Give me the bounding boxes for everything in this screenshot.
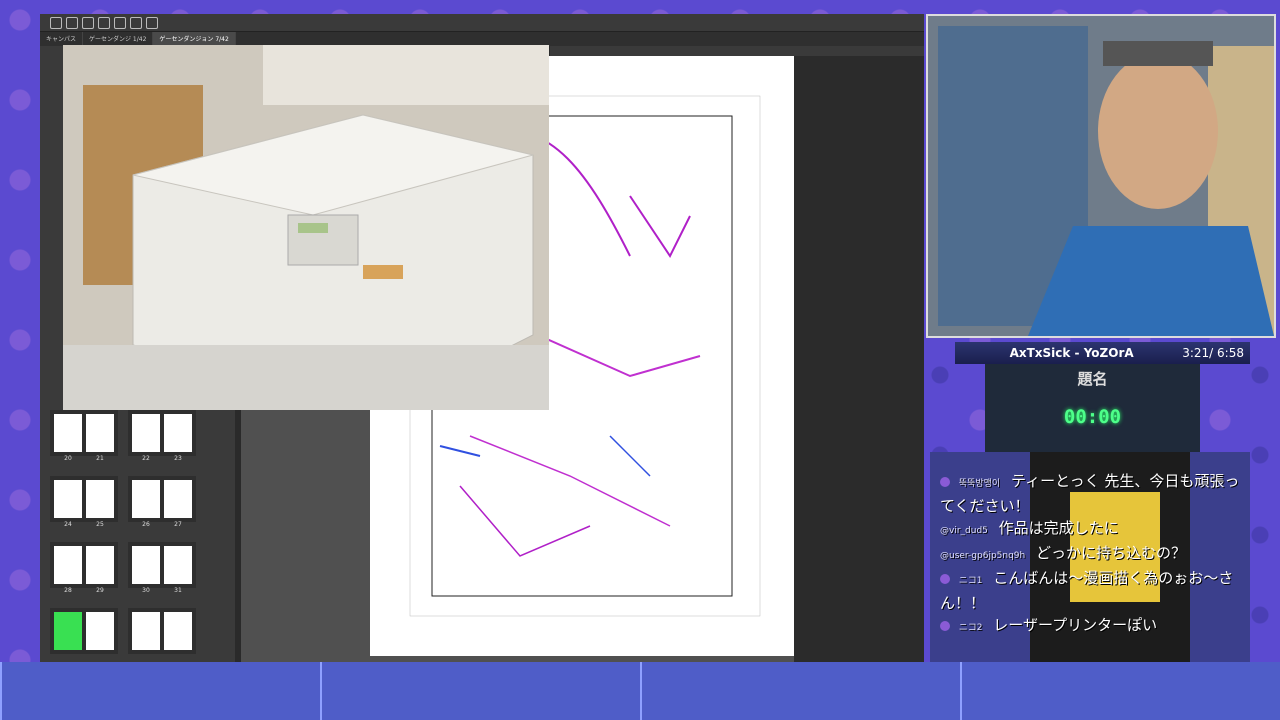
tab-canvas[interactable]: キャンパス [40, 32, 84, 46]
timer-value: 00:00 [1063, 406, 1122, 428]
toolbar [40, 14, 924, 32]
transform-icon[interactable] [130, 16, 142, 29]
page-thumb[interactable]: 26 [132, 480, 160, 528]
timer-box: 題名 00:00 [985, 364, 1200, 452]
avatar-icon [940, 620, 950, 631]
thumb-spread[interactable] [128, 608, 196, 654]
strip-panel [640, 662, 942, 720]
page-number: 28 [64, 587, 72, 594]
timer-label: 題名 [1077, 370, 1108, 388]
page-number: 27 [174, 521, 182, 528]
page-thumb[interactable]: 20 [54, 414, 82, 462]
chat-text: 作品は完成したに [998, 519, 1119, 537]
thumb-spread[interactable]: 30 31 [128, 542, 196, 594]
page-number: 26 [142, 521, 150, 528]
page-thumbnails: 20 21 22 23 24 25 26 27 28 29 30 31 [50, 410, 210, 662]
page-thumb[interactable]: 22 [132, 414, 160, 462]
thumb-spread[interactable]: 26 27 [128, 476, 196, 528]
undo-icon[interactable] [98, 16, 110, 29]
page-thumb[interactable]: 27 [164, 480, 192, 528]
avatar-icon [940, 573, 950, 584]
document-tabs: キャンパス ゲーセンダンジ 1/42 ゲーセンダンジョン 7/42 [40, 32, 924, 46]
chat-message: ニコ1 こんばんは〜漫画描く為のぉお〜さん！！ [940, 567, 1250, 614]
open-file-icon[interactable] [66, 16, 78, 29]
thumb-row: 28 29 30 31 [50, 542, 210, 594]
thumb-spread[interactable]: 20 21 [50, 410, 118, 462]
thumb-row [50, 608, 210, 654]
tab-page-1[interactable]: ゲーセンダンジ 1/42 [83, 32, 154, 46]
thumb-spread[interactable]: 24 25 [50, 476, 118, 528]
page-number: 29 [96, 587, 104, 594]
page-thumb[interactable] [86, 612, 114, 650]
chat-message: 뚝뚝방맹이 ティーとっく 先生、今日も頑張ってください！ [940, 470, 1250, 517]
chat-author: ニコ2 [958, 623, 983, 633]
tab-page-7[interactable]: ゲーセンダンジョン 7/42 [153, 32, 236, 46]
page-thumb[interactable] [164, 612, 192, 650]
page-number: 21 [96, 455, 104, 462]
printer-image [63, 45, 549, 410]
page-thumb[interactable]: 28 [54, 546, 82, 594]
chat-text: どっかに持ち込むの？ [1036, 544, 1187, 562]
page-thumb[interactable]: 25 [86, 480, 114, 528]
page-thumb[interactable]: 21 [86, 414, 114, 462]
webcam-image [928, 16, 1274, 336]
chat-message: ニコ2 レーザープリンターぽい [940, 614, 1250, 639]
page-number: 20 [64, 455, 72, 462]
webcam-feed [926, 14, 1276, 338]
song-time: 3:21/ 6:58 [1182, 346, 1244, 360]
chat-author: @user-gp6jp5nq9h [940, 551, 1026, 561]
chat-message: @vir_dud5 作品は完成したに [940, 517, 1250, 542]
pen-icon[interactable] [146, 16, 158, 29]
page-number: 22 [142, 455, 150, 462]
new-file-icon[interactable] [50, 16, 62, 29]
page-number: 31 [174, 587, 182, 594]
page-thumb[interactable]: 30 [132, 546, 160, 594]
page-thumb[interactable] [132, 612, 160, 650]
avatar-icon [940, 476, 950, 487]
thumb-spread[interactable]: 28 29 [50, 542, 118, 594]
page-thumb[interactable]: 23 [164, 414, 192, 462]
strip-panel [960, 662, 1262, 720]
page-number: 25 [96, 521, 104, 528]
page-thumb[interactable]: 31 [164, 546, 192, 594]
song-bar: AxTxSick - YoZOrA 3:21/ 6:58 [955, 342, 1250, 364]
thumb-row: 20 21 22 23 [50, 410, 210, 462]
song-title: AxTxSick - YoZOrA [1009, 346, 1134, 360]
strip-panel [0, 662, 302, 720]
page-number: 30 [142, 587, 150, 594]
chat-author: @vir_dud5 [940, 526, 988, 536]
printer-camera-feed [63, 45, 549, 410]
thumb-spread[interactable] [50, 608, 118, 654]
chat-text: レーザープリンターぽい [993, 616, 1158, 634]
thumb-spread[interactable]: 22 23 [128, 410, 196, 462]
right-workspace [794, 56, 924, 662]
save-icon[interactable] [82, 16, 94, 29]
chat-author: 뚝뚝방맹이 [958, 479, 1001, 489]
redo-icon[interactable] [114, 16, 126, 29]
chat-list: 뚝뚝방맹이 ティーとっく 先生、今日も頑張ってください！ @vir_dud5 作… [940, 470, 1250, 639]
page-thumb[interactable]: 24 [54, 480, 82, 528]
strip-panel [320, 662, 622, 720]
chat-message: @user-gp6jp5nq9h どっかに持ち込むの？ [940, 542, 1250, 567]
page-number: 24 [64, 521, 72, 528]
page-number: 23 [174, 455, 182, 462]
chat-author: ニコ1 [958, 576, 983, 586]
page-thumb-selected[interactable] [54, 612, 82, 650]
panel-scrollbar[interactable] [235, 404, 241, 662]
thumb-row: 24 25 26 27 [50, 476, 210, 528]
chat-text: こんばんは〜漫画描く為のぉお〜さん！！ [940, 569, 1234, 612]
bottom-decoration-strip [0, 662, 1280, 720]
page-thumb[interactable]: 29 [86, 546, 114, 594]
